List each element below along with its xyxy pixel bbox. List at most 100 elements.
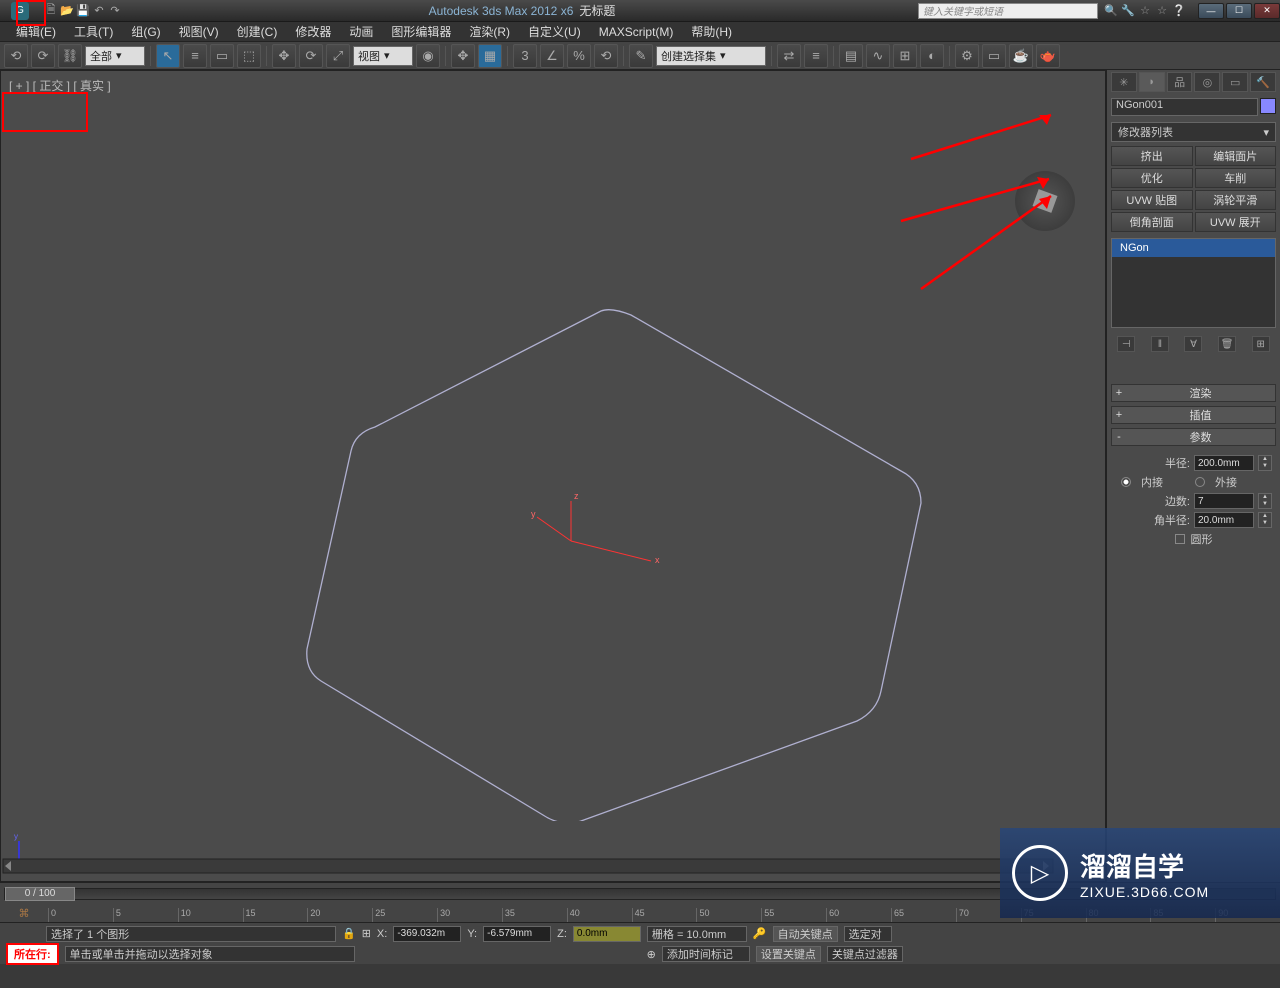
setkey-button[interactable]: 设置关键点 bbox=[756, 946, 821, 962]
menu-customize[interactable]: 自定义(U) bbox=[520, 21, 589, 42]
lock-icon[interactable]: 🔒 bbox=[342, 927, 356, 940]
align-icon[interactable]: ≡ bbox=[804, 44, 828, 68]
new-icon[interactable]: 🗎 bbox=[44, 4, 58, 18]
mod-uvwmap[interactable]: UVW 贴图 bbox=[1111, 190, 1193, 210]
keyfilter-button[interactable]: 关键点过滤器 bbox=[827, 946, 903, 962]
binoculars-icon[interactable]: 🔍 bbox=[1104, 4, 1118, 18]
show-end-result-icon[interactable]: ‖ bbox=[1151, 336, 1169, 352]
pivot-icon[interactable]: ◉ bbox=[416, 44, 440, 68]
render-teapot-icon[interactable]: 🫖 bbox=[1036, 44, 1060, 68]
circumscribed-radio[interactable] bbox=[1195, 477, 1205, 487]
manipulate-icon[interactable]: ✥ bbox=[451, 44, 475, 68]
angle-snap-icon[interactable]: ∠ bbox=[540, 44, 564, 68]
motion-tab-icon[interactable]: ◎ bbox=[1194, 72, 1220, 92]
viewport[interactable]: [ + ] [ 正交 ] [ 真实 ] z y x y x bbox=[0, 70, 1106, 882]
corner-radius-spinner[interactable]: 20.0mm bbox=[1194, 512, 1254, 528]
rollout-interpolation[interactable]: +插值 bbox=[1111, 406, 1276, 424]
selection-filter[interactable]: 全部 ▾ bbox=[85, 46, 145, 66]
radius-spinner-btns[interactable]: ▲▼ bbox=[1258, 455, 1272, 471]
create-tab-icon[interactable]: ✳ bbox=[1111, 72, 1137, 92]
menu-grapheditors[interactable]: 图形编辑器 bbox=[383, 21, 459, 42]
menu-maxscript[interactable]: MAXScript(M) bbox=[591, 23, 682, 41]
modifier-stack[interactable]: NGon bbox=[1111, 238, 1276, 328]
corner-radius-spinner-btns[interactable]: ▲▼ bbox=[1258, 512, 1272, 528]
undo-icon[interactable]: ↶ bbox=[92, 4, 106, 18]
snap-3-icon[interactable]: 3 bbox=[513, 44, 537, 68]
mod-uvwunwrap[interactable]: UVW 展开 bbox=[1195, 212, 1277, 232]
modifier-list-dropdown[interactable]: 修改器列表▾ bbox=[1111, 122, 1276, 142]
render-prod-icon[interactable]: ☕ bbox=[1009, 44, 1033, 68]
open-icon[interactable]: 📂 bbox=[60, 4, 74, 18]
object-name-input[interactable]: NGon001 bbox=[1111, 98, 1258, 116]
material-editor-icon[interactable]: ◐ bbox=[920, 44, 944, 68]
redo-icon[interactable]: ↷ bbox=[108, 4, 122, 18]
menu-rendering[interactable]: 渲染(R) bbox=[461, 21, 518, 42]
minimize-button[interactable]: — bbox=[1198, 3, 1224, 19]
time-slider-thumb[interactable]: 0 / 100 bbox=[5, 887, 75, 901]
make-unique-icon[interactable]: ∀ bbox=[1184, 336, 1202, 352]
named-selection-set[interactable]: 创建选择集 ▾ bbox=[656, 46, 766, 66]
hierarchy-tab-icon[interactable]: 品 bbox=[1167, 72, 1193, 92]
remove-mod-icon[interactable]: 🗑 bbox=[1218, 336, 1236, 352]
mod-lathe[interactable]: 车削 bbox=[1195, 168, 1277, 188]
select-region-icon[interactable]: ▭ bbox=[210, 44, 234, 68]
configure-sets-icon[interactable]: ⊞ bbox=[1252, 336, 1270, 352]
ngon-shape[interactable]: z y x bbox=[51, 121, 1011, 821]
utilities-tab-icon[interactable]: 🔨 bbox=[1250, 72, 1276, 92]
schematic-icon[interactable]: ⊞ bbox=[893, 44, 917, 68]
curve-editor-icon[interactable]: ∿ bbox=[866, 44, 890, 68]
menu-help[interactable]: 帮助(H) bbox=[683, 21, 740, 42]
mod-optimize[interactable]: 优化 bbox=[1111, 168, 1193, 188]
undo-tool-icon[interactable]: ⟲ bbox=[4, 44, 28, 68]
timetag-icon[interactable]: ⊕ bbox=[647, 948, 656, 961]
x-coord-input[interactable]: -369.032m bbox=[393, 926, 461, 942]
sides-spinner[interactable]: 7 bbox=[1194, 493, 1254, 509]
mod-extrude[interactable]: 挤出 bbox=[1111, 146, 1193, 166]
mirror-icon[interactable]: ⇄ bbox=[777, 44, 801, 68]
maximize-button[interactable]: ☐ bbox=[1226, 3, 1252, 19]
object-color-swatch[interactable] bbox=[1260, 98, 1276, 114]
select-tool-icon[interactable]: ↖ bbox=[156, 44, 180, 68]
circular-checkbox[interactable] bbox=[1175, 534, 1185, 544]
mod-editpatch[interactable]: 编辑面片 bbox=[1195, 146, 1277, 166]
search-input[interactable]: 键入关键字或短语 bbox=[918, 3, 1098, 19]
inscribed-radio[interactable] bbox=[1121, 477, 1131, 487]
help-icon[interactable]: ❔ bbox=[1172, 4, 1186, 18]
keymode-dropdown[interactable]: 选定对 bbox=[844, 926, 892, 942]
menu-views[interactable]: 视图(V) bbox=[171, 21, 227, 42]
radius-spinner[interactable]: 200.0mm bbox=[1194, 455, 1254, 471]
stack-item-ngon[interactable]: NGon bbox=[1112, 239, 1275, 257]
menu-create[interactable]: 创建(C) bbox=[229, 21, 286, 42]
script-listener-icon[interactable]: ⌘ bbox=[19, 907, 30, 920]
menu-modifiers[interactable]: 修改器 bbox=[287, 21, 339, 42]
key-icon[interactable]: 🔑 bbox=[753, 927, 767, 940]
display-tab-icon[interactable]: ▭ bbox=[1222, 72, 1248, 92]
view-cube[interactable] bbox=[1015, 171, 1075, 231]
window-crossing-icon[interactable]: ⬚ bbox=[237, 44, 261, 68]
mod-bevelprofile[interactable]: 倒角剖面 bbox=[1111, 212, 1193, 232]
add-time-tag[interactable]: 添加时间标记 bbox=[662, 946, 750, 962]
pin-stack-icon[interactable]: ⊣ bbox=[1117, 336, 1135, 352]
redo-tool-icon[interactable]: ⟳ bbox=[31, 44, 55, 68]
menu-animation[interactable]: 动画 bbox=[341, 21, 381, 42]
z-coord-input[interactable]: 0.0mm bbox=[573, 926, 641, 942]
mod-turbosmooth[interactable]: 涡轮平滑 bbox=[1195, 190, 1277, 210]
save-icon[interactable]: 💾 bbox=[76, 4, 90, 18]
star-icon[interactable]: ☆ bbox=[1138, 4, 1152, 18]
link-tool-icon[interactable]: ⛓ bbox=[58, 44, 82, 68]
star-icon-2[interactable]: ☆ bbox=[1155, 4, 1169, 18]
edit-selection-set-icon[interactable]: ✎ bbox=[629, 44, 653, 68]
move-tool-icon[interactable]: ✥ bbox=[272, 44, 296, 68]
autokey-button[interactable]: 自动关键点 bbox=[773, 926, 838, 942]
y-coord-input[interactable]: -6.579mm bbox=[483, 926, 551, 942]
percent-snap-icon[interactable]: % bbox=[567, 44, 591, 68]
close-button[interactable]: ✕ bbox=[1254, 3, 1280, 19]
sides-spinner-btns[interactable]: ▲▼ bbox=[1258, 493, 1272, 509]
rollout-parameters[interactable]: -参数 bbox=[1111, 428, 1276, 446]
menu-tools[interactable]: 工具(T) bbox=[66, 21, 121, 42]
menu-group[interactable]: 组(G) bbox=[123, 21, 168, 42]
spinner-snap-icon[interactable]: ⟲ bbox=[594, 44, 618, 68]
rotate-tool-icon[interactable]: ⟳ bbox=[299, 44, 323, 68]
snap-toggle-icon[interactable]: ▦ bbox=[478, 44, 502, 68]
render-setup-icon[interactable]: ⚙ bbox=[955, 44, 979, 68]
